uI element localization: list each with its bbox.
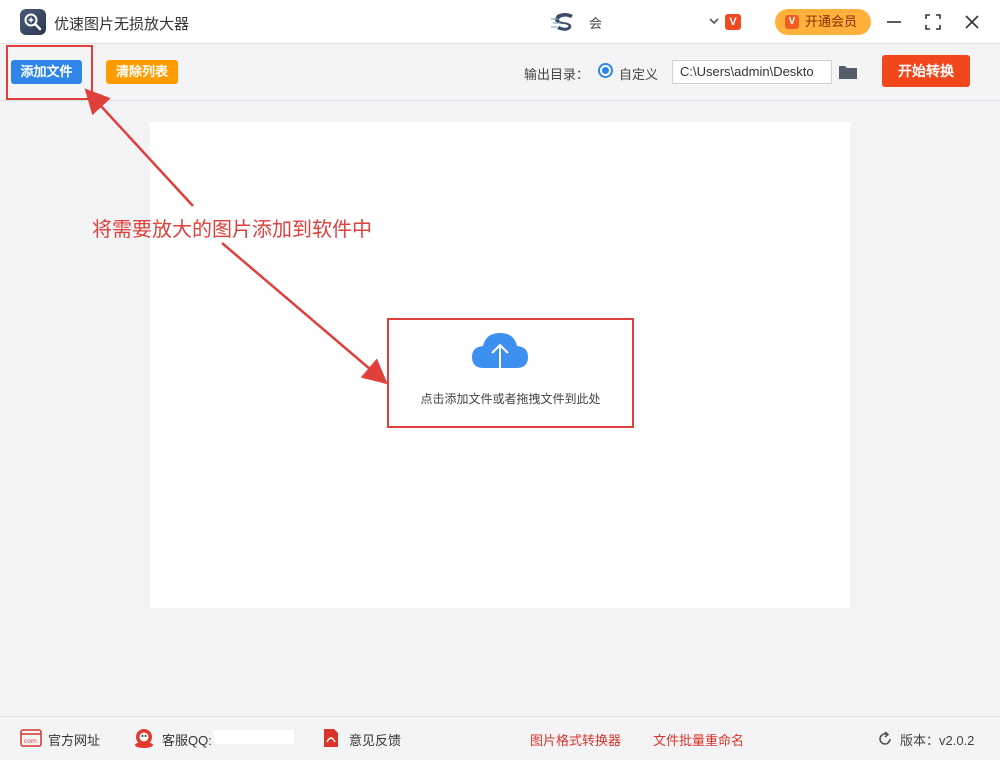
- feedback-link[interactable]: 意见反馈: [349, 730, 401, 749]
- qq-number-redacted: [214, 730, 294, 744]
- custom-output-radio-label[interactable]: 自定义: [619, 64, 658, 83]
- qq-icon[interactable]: [133, 727, 155, 749]
- svg-text:com: com: [24, 738, 37, 745]
- clear-list-button[interactable]: 清除列表: [106, 60, 178, 84]
- image-format-converter-link[interactable]: 图片格式转换器: [530, 730, 621, 749]
- start-convert-button[interactable]: 开始转换: [882, 55, 970, 87]
- user-logo-icon: [551, 13, 573, 31]
- annotation-text: 将需要放大的图片添加到软件中: [92, 219, 372, 241]
- version-label: 版本：v2.0.2: [900, 733, 975, 748]
- app-logo-icon: [20, 9, 46, 35]
- chevron-down-icon[interactable]: [707, 14, 721, 28]
- app-title: 优速图片无损放大器: [54, 16, 190, 33]
- vip-badge-icon: V: [725, 14, 741, 30]
- refresh-icon[interactable]: [877, 731, 893, 747]
- output-path-field[interactable]: C:\Users\admin\Deskto: [672, 60, 832, 84]
- batch-rename-link[interactable]: 文件批量重命名: [653, 730, 744, 749]
- user-name[interactable]: 会: [589, 13, 602, 32]
- cloud-upload-icon[interactable]: [470, 328, 530, 380]
- vip-crown-icon: V: [785, 15, 799, 29]
- toolbar: 添加文件 清除列表 输出目录： 自定义 C:\Users\admin\Deskt…: [0, 45, 1000, 101]
- footer: com 官方网址 客服QQ: 意见反馈 图片格式转换器 文件批量重命名 版本：v…: [0, 716, 1000, 760]
- close-icon[interactable]: [961, 11, 983, 33]
- drop-zone-hint: 点击添加文件或者拖拽文件到此处: [420, 392, 601, 406]
- maximize-icon[interactable]: [922, 11, 944, 33]
- feedback-icon[interactable]: [322, 728, 340, 748]
- custom-output-radio[interactable]: [598, 63, 613, 78]
- official-website-link[interactable]: 官方网址: [48, 730, 100, 749]
- support-qq-label[interactable]: 客服QQ:: [162, 730, 212, 749]
- minimize-icon[interactable]: [883, 11, 905, 33]
- folder-icon[interactable]: [838, 64, 858, 80]
- open-vip-button[interactable]: V 开通会员: [775, 9, 871, 35]
- output-dir-label: 输出目录：: [524, 67, 590, 82]
- open-vip-label: 开通会员: [805, 14, 858, 29]
- annotation-highlight-add-button: [6, 45, 93, 100]
- website-icon[interactable]: com: [20, 729, 42, 747]
- title-bar: 优速图片无损放大器 会 V V 开通会员: [0, 0, 1000, 44]
